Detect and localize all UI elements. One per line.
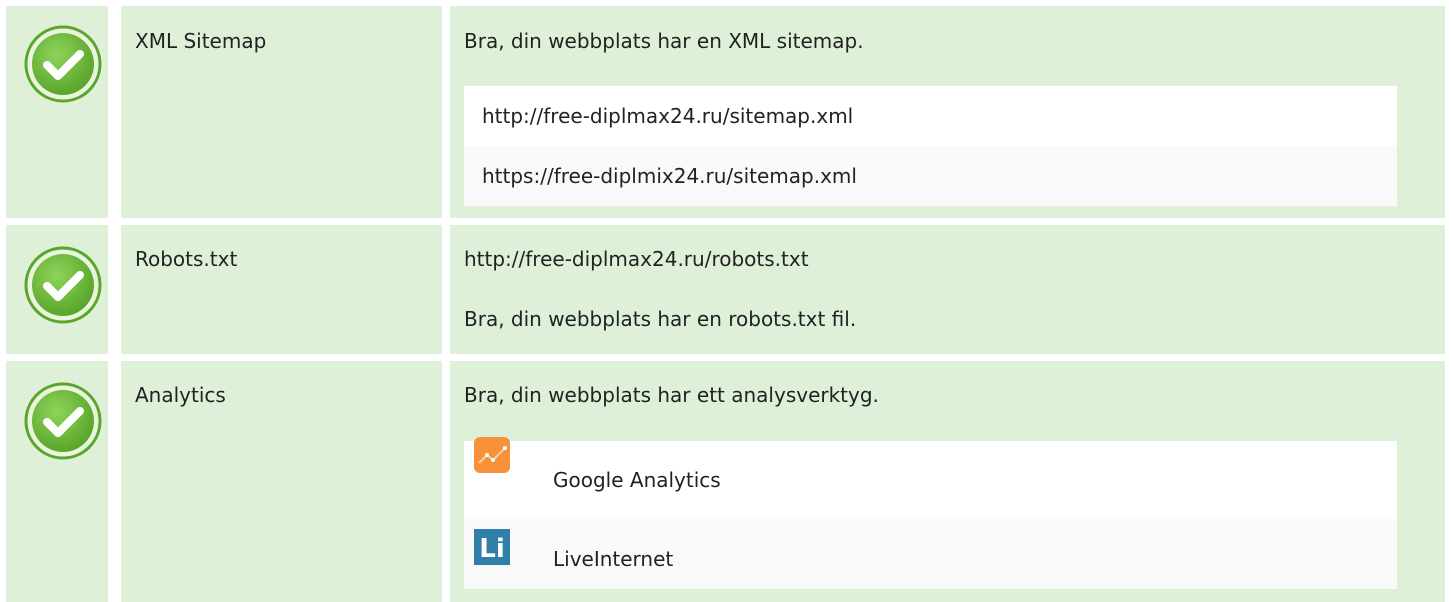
row-analytics: Analytics Bra, din webbplats har ett ana… (0, 361, 1451, 602)
list-item: Li LiveInternet (464, 519, 1397, 589)
list-item: http://free-diplmax24.ru/sitemap.xml (464, 86, 1397, 146)
status-cell (6, 225, 108, 354)
check-name-cell: Analytics (121, 361, 442, 602)
check-circle-icon (23, 24, 103, 104)
tool-name: Google Analytics (553, 468, 721, 492)
check-result-cell: Bra, din webbplats har en XML sitemap. h… (450, 6, 1445, 218)
check-name: XML Sitemap (135, 29, 267, 53)
analytics-tools-list: Google Analytics Li LiveInternet (464, 437, 1397, 589)
status-cell (6, 361, 108, 602)
google-analytics-icon (474, 437, 510, 473)
list-item: https://free-diplmix24.ru/sitemap.xml (464, 146, 1397, 206)
check-circle-icon (23, 381, 103, 461)
check-circle-icon (23, 245, 103, 325)
liveinternet-icon: Li (474, 529, 510, 565)
check-result-cell: http://free-diplmax24.ru/robots.txt Bra,… (450, 225, 1445, 354)
status-cell (6, 6, 108, 218)
check-result-cell: Bra, din webbplats har ett analysverktyg… (450, 361, 1445, 602)
svg-text:Li: Li (479, 534, 504, 564)
list-item: Google Analytics (464, 437, 1397, 519)
result-message: Bra, din webbplats har en robots.txt fil… (464, 307, 857, 331)
row-robots-txt: Robots.txt http://free-diplmax24.ru/robo… (0, 225, 1451, 354)
check-name-cell: XML Sitemap (121, 6, 442, 218)
result-message: Bra, din webbplats har en XML sitemap. (464, 29, 864, 53)
result-message: Bra, din webbplats har ett analysverktyg… (464, 383, 879, 407)
sitemap-url: http://free-diplmax24.ru/sitemap.xml (482, 104, 854, 128)
seo-report: XML Sitemap Bra, din webbplats har en XM… (0, 0, 1451, 602)
robots-url: http://free-diplmax24.ru/robots.txt (464, 247, 809, 271)
sitemap-url: https://free-diplmix24.ru/sitemap.xml (482, 164, 857, 188)
check-name: Analytics (135, 383, 226, 407)
check-name-cell: Robots.txt (121, 225, 442, 354)
row-xml-sitemap: XML Sitemap Bra, din webbplats har en XM… (0, 6, 1451, 218)
tool-name: LiveInternet (553, 547, 674, 571)
sitemap-list: http://free-diplmax24.ru/sitemap.xml htt… (464, 86, 1397, 206)
check-name: Robots.txt (135, 247, 238, 271)
